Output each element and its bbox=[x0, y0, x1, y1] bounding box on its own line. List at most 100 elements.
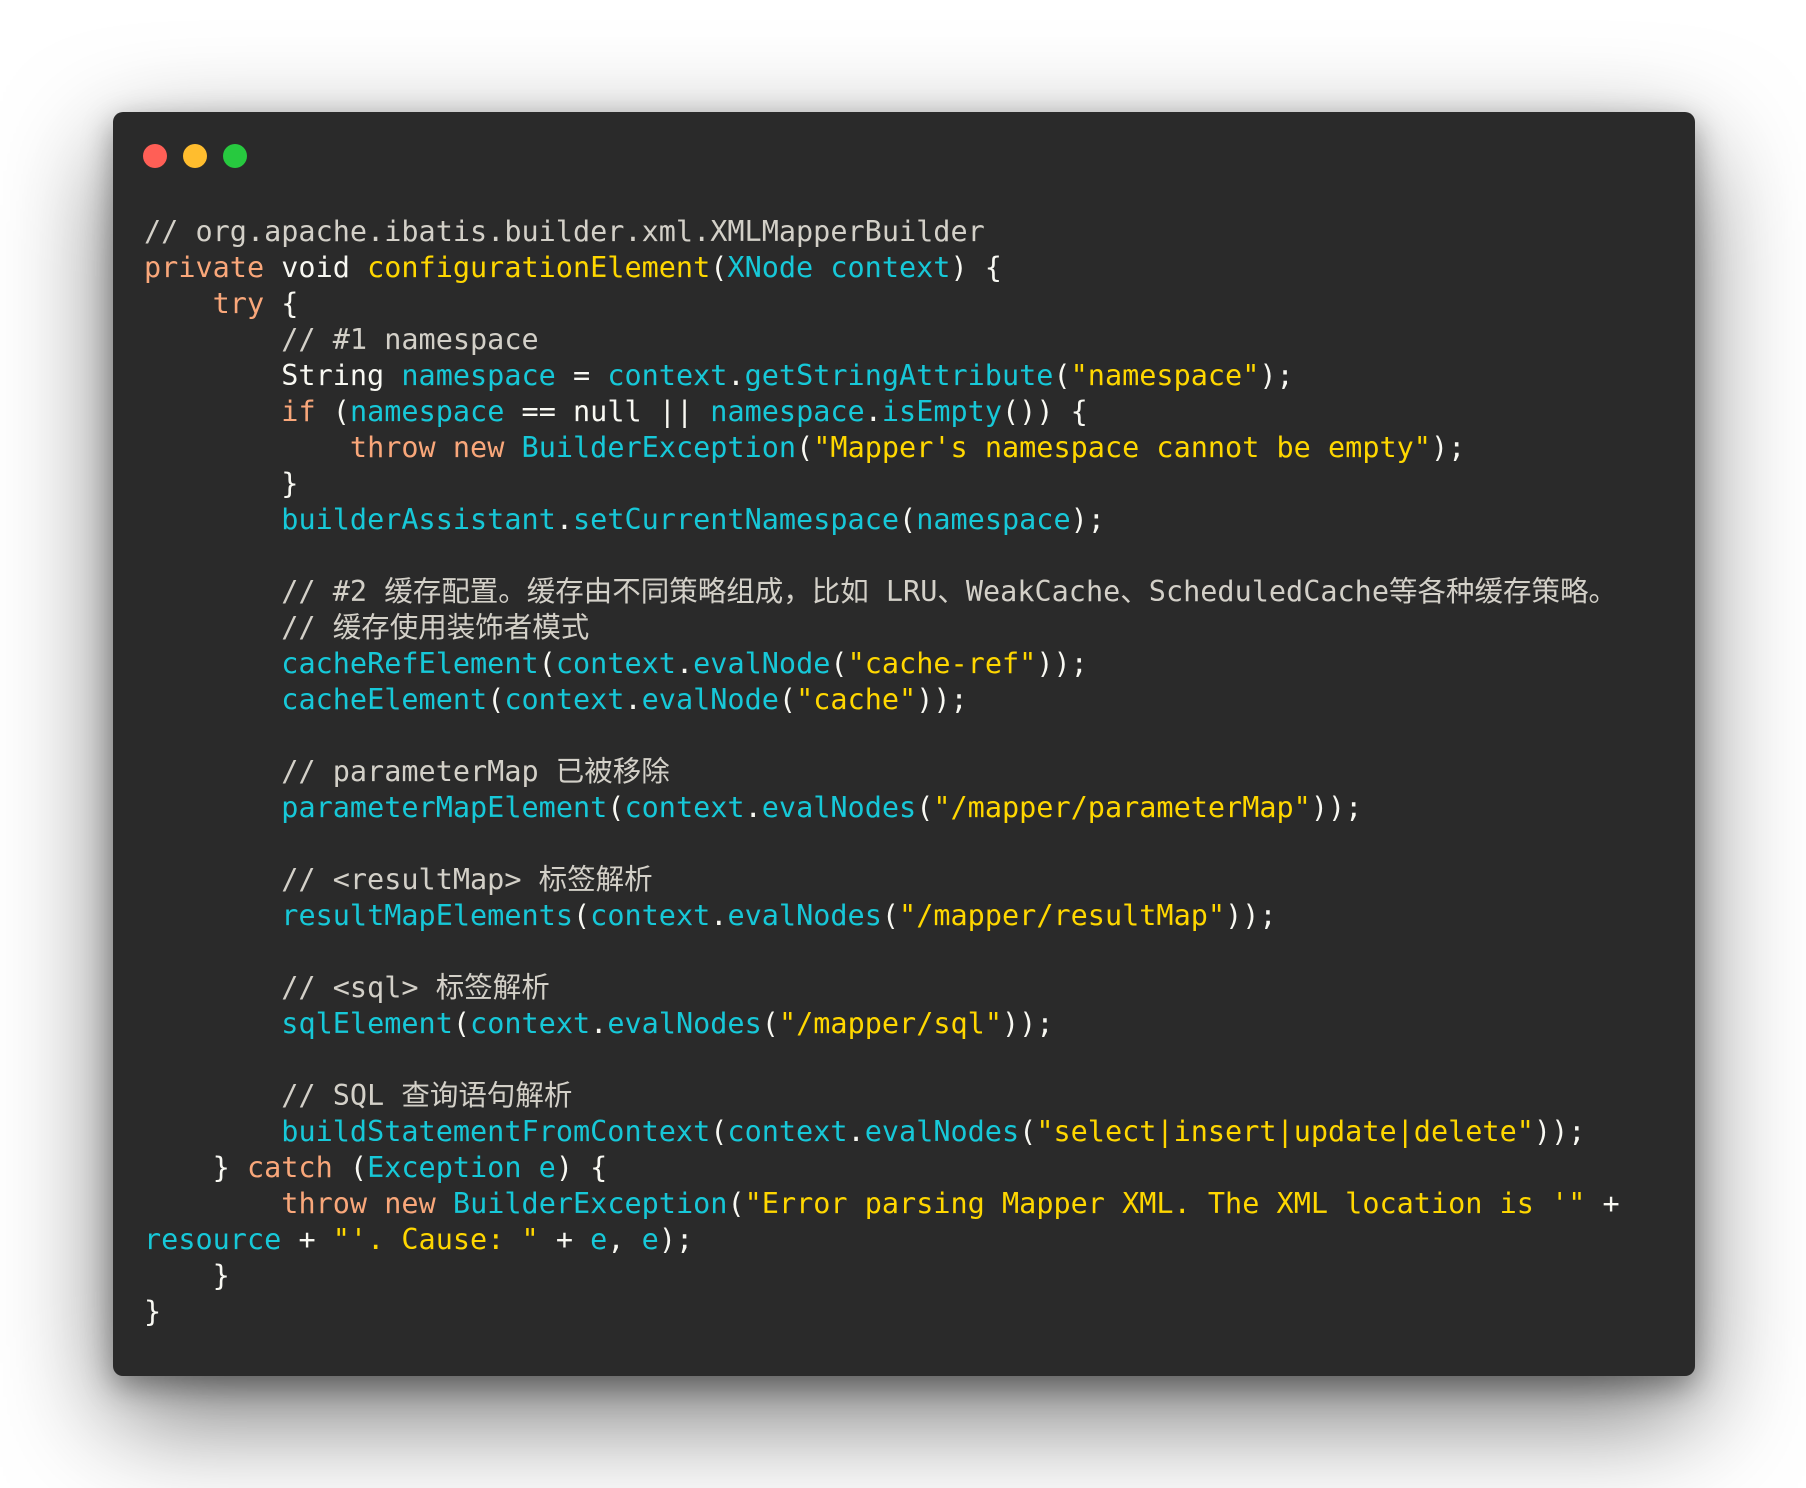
code-token: "/mapper/sql" bbox=[778, 1007, 1002, 1040]
code-line: } bbox=[144, 1258, 1674, 1294]
code-token: ( bbox=[538, 647, 556, 680]
code-token: . bbox=[590, 1007, 608, 1040]
code-token: , bbox=[607, 1223, 642, 1256]
code-token: ()) { bbox=[1002, 395, 1088, 428]
code-token: . bbox=[555, 503, 573, 536]
code-token: context bbox=[624, 791, 745, 824]
code-token: "cache-ref" bbox=[847, 647, 1037, 680]
code-token: } bbox=[144, 1151, 247, 1184]
code-line: // #1 namespace bbox=[144, 322, 1674, 358]
code-token: ); bbox=[1070, 503, 1105, 536]
code-token: . bbox=[675, 647, 694, 680]
code-line: if (namespace == null || namespace.isEmp… bbox=[144, 394, 1674, 430]
code-token: )); bbox=[1036, 647, 1088, 680]
code-token: . bbox=[710, 899, 728, 932]
code-token: namespace bbox=[401, 359, 556, 392]
code-token: } bbox=[144, 1295, 162, 1328]
code-line: sqlElement(context.evalNodes("/mapper/sq… bbox=[144, 1006, 1674, 1042]
code-token: evalNode bbox=[641, 683, 779, 716]
code-token: buildStatementFromContext bbox=[281, 1115, 711, 1148]
code-line: cacheRefElement(context.evalNode("cache-… bbox=[144, 646, 1674, 682]
code-line: try { bbox=[144, 286, 1674, 322]
code-token: // <resultMap> 标签解析 bbox=[144, 863, 653, 896]
code-token: context bbox=[607, 359, 728, 392]
code-token: ) { bbox=[555, 1151, 608, 1184]
code-token: + bbox=[538, 1223, 591, 1256]
code-token: ( bbox=[830, 647, 848, 680]
code-token: throw bbox=[281, 1187, 368, 1220]
minimize-button[interactable] bbox=[183, 144, 207, 168]
code-token: "Error parsing Mapper XML. The XML locat… bbox=[744, 1187, 1586, 1220]
code-token: // 缓存使用装饰者模式 bbox=[144, 611, 590, 644]
code-token: void bbox=[264, 251, 368, 284]
code-token: ( bbox=[761, 1007, 779, 1040]
code-token: builderAssistant bbox=[281, 503, 556, 536]
code-line: String namespace = context.getStringAttr… bbox=[144, 358, 1674, 394]
code-line: buildStatementFromContext(context.evalNo… bbox=[144, 1114, 1674, 1150]
code-token: context bbox=[555, 647, 676, 680]
code-token: ( bbox=[487, 683, 505, 716]
code-token: } bbox=[144, 1259, 230, 1292]
code-token: e bbox=[590, 1223, 608, 1256]
code-token: setCurrentNamespace bbox=[573, 503, 900, 536]
code-token: ); bbox=[1259, 359, 1294, 392]
code-token: )); bbox=[1533, 1115, 1586, 1148]
code-window: // org.apache.ibatis.builder.xml.XMLMapp… bbox=[113, 112, 1695, 1376]
code-line: resultMapElements(context.evalNodes("/ma… bbox=[144, 898, 1674, 934]
code-token: catch bbox=[246, 1151, 333, 1184]
code-token: ( bbox=[452, 1007, 471, 1040]
code-token: "/mapper/parameterMap" bbox=[933, 791, 1311, 824]
code-token: // #1 namespace bbox=[144, 323, 539, 356]
code-token: ( bbox=[607, 791, 625, 824]
code-line: cacheElement(context.evalNode("cache")); bbox=[144, 682, 1674, 718]
code-block: // org.apache.ibatis.builder.xml.XMLMapp… bbox=[144, 214, 1674, 1330]
code-token: // parameterMap 已被移除 bbox=[144, 755, 670, 788]
code-token: ( bbox=[778, 683, 797, 716]
code-line: } catch (Exception e) { bbox=[144, 1150, 1674, 1186]
code-token: . bbox=[847, 1115, 865, 1148]
code-token: String bbox=[144, 359, 402, 392]
code-token: // org.apache.ibatis.builder.xml.XMLMapp… bbox=[144, 215, 985, 248]
code-token: try bbox=[212, 287, 265, 320]
code-token: ); bbox=[1430, 431, 1466, 464]
code-token: "/mapper/resultMap" bbox=[899, 899, 1226, 932]
code-line: // SQL 查询语句解析 bbox=[144, 1078, 1674, 1114]
code-token: resource bbox=[144, 1223, 282, 1256]
code-token: == null || bbox=[504, 395, 711, 428]
code-line: // <sql> 标签解析 bbox=[144, 970, 1674, 1006]
code-token: "'. Cause: " bbox=[332, 1223, 539, 1256]
code-token: evalNodes bbox=[727, 899, 882, 932]
code-token: ( bbox=[1053, 359, 1071, 392]
code-token: namespace bbox=[916, 503, 1071, 536]
code-token: e bbox=[641, 1223, 659, 1256]
code-line: // <resultMap> 标签解析 bbox=[144, 862, 1674, 898]
code-token: context bbox=[727, 1115, 848, 1148]
code-token: evalNodes bbox=[607, 1007, 762, 1040]
code-token: ( bbox=[315, 395, 350, 428]
code-token: getStringAttribute bbox=[744, 359, 1054, 392]
close-button[interactable] bbox=[143, 144, 167, 168]
code-line: throw new BuilderException("Error parsin… bbox=[144, 1186, 1674, 1222]
code-token: BuilderException bbox=[521, 431, 797, 464]
code-token: ( bbox=[899, 503, 917, 536]
zoom-button[interactable] bbox=[223, 144, 247, 168]
code-token: XNode context bbox=[727, 251, 951, 284]
code-token: ( bbox=[1019, 1115, 1037, 1148]
code-token: . bbox=[744, 791, 762, 824]
code-token: new bbox=[384, 1187, 436, 1220]
code-token: "cache" bbox=[796, 683, 917, 716]
code-line: // parameterMap 已被移除 bbox=[144, 754, 1674, 790]
code-token: "Mapper's namespace cannot be empty" bbox=[813, 431, 1431, 464]
code-token: ( bbox=[727, 1187, 745, 1220]
code-token: throw bbox=[349, 431, 436, 464]
